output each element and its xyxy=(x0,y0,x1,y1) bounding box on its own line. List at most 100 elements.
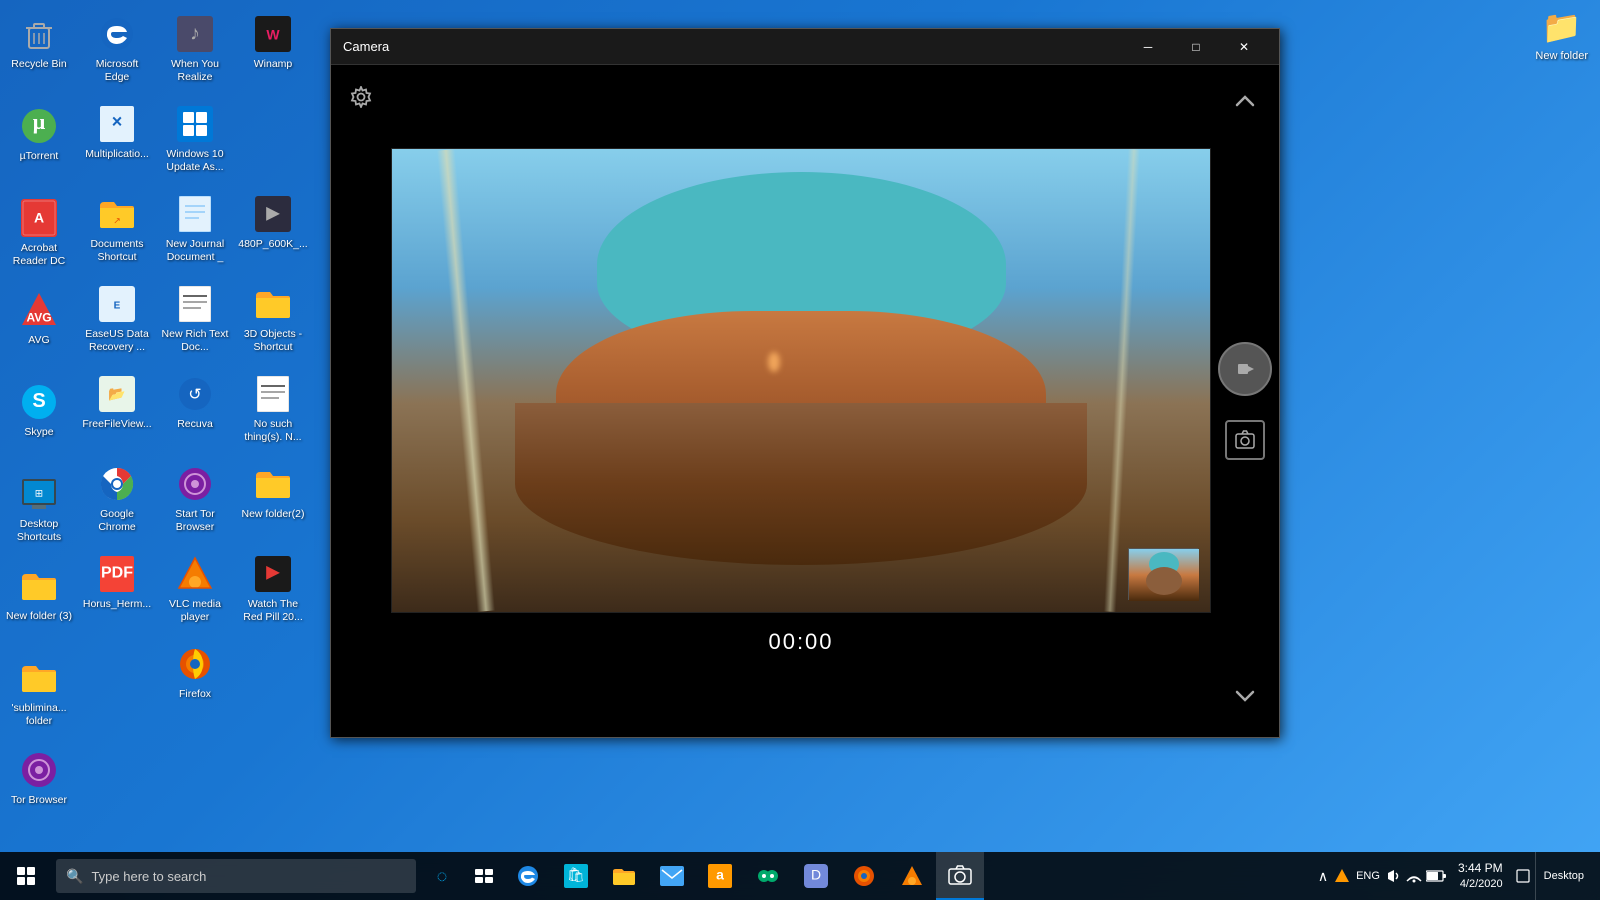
taskbar-app-firefox[interactable] xyxy=(840,852,888,900)
tor-browser-icon xyxy=(19,750,59,790)
icon-3d-objects[interactable]: 3D Objects - Shortcut xyxy=(234,278,312,366)
camera-feed xyxy=(391,148,1211,613)
sidebar-item-avg[interactable]: AVG AVG xyxy=(0,284,78,372)
recuva-label: Recuva xyxy=(177,418,213,431)
task-view-button[interactable] xyxy=(464,856,504,896)
icon-freefileview[interactable]: 📂 FreeFileView... xyxy=(78,368,156,456)
icon-easeus[interactable]: E EaseUS Data Recovery ... xyxy=(78,278,156,366)
show-desktop-button[interactable]: Desktop xyxy=(1535,852,1592,900)
vlc-media-player-icon xyxy=(175,554,215,594)
svg-text:↺: ↺ xyxy=(188,386,201,403)
new-folder-2-label: New folder(2) xyxy=(241,508,304,521)
sidebar-item-sublimina[interactable]: 'sublimina... folder xyxy=(0,652,78,740)
documents-shortcut-label: Documents Shortcut xyxy=(82,238,152,263)
taskbar: 🔍 Type here to search ◌ 🛍 xyxy=(0,852,1600,900)
taskbar-clock[interactable]: 3:44 PM 4/2/2020 xyxy=(1450,861,1511,891)
icon-480p-600k[interactable]: ▶ 480P_600K_... xyxy=(234,188,312,276)
icon-windows-10-update[interactable]: Windows 10 Update As... xyxy=(156,98,234,186)
icon-horus-herm[interactable]: PDF Horus_Herm... xyxy=(78,548,156,636)
svg-text:♪: ♪ xyxy=(190,22,200,44)
sidebar-item-tor-browser-left[interactable]: Tor Browser xyxy=(0,744,78,832)
icon-start-tor-browser[interactable]: Start Tor Browser xyxy=(156,458,234,546)
sublimina-icon xyxy=(19,658,59,698)
desktop-shortcuts-label: Desktop Shortcuts xyxy=(4,518,74,543)
google-chrome-label: Google Chrome xyxy=(82,508,152,533)
3d-objects-label: 3D Objects - Shortcut xyxy=(238,328,308,353)
firefox-label: Firefox xyxy=(179,688,211,701)
taskbar-apps: 🛍 a D xyxy=(504,852,1304,900)
maximize-button[interactable]: □ xyxy=(1173,31,1219,63)
taskbar-app-amazon[interactable]: a xyxy=(696,852,744,900)
sidebar-item-acrobat[interactable]: A Acrobat Reader DC xyxy=(0,192,78,280)
camera-thumbnail[interactable] xyxy=(1128,548,1198,600)
language-indicator[interactable]: ENG xyxy=(1354,868,1382,884)
svg-text:×: × xyxy=(112,112,123,132)
icon-new-journal-doc[interactable]: New Journal Document _ xyxy=(156,188,234,276)
notification-icon[interactable] xyxy=(1334,868,1350,884)
icon-vlc-media-player[interactable]: VLC media player xyxy=(156,548,234,636)
icon-edge[interactable]: Microsoft Edge xyxy=(78,8,156,96)
svg-text:A: A xyxy=(34,210,44,226)
sidebar-item-skype[interactable]: S Skype xyxy=(0,376,78,464)
volume-icon[interactable] xyxy=(1386,868,1402,884)
camera-scroll-down[interactable] xyxy=(1227,680,1263,717)
sidebar-item-recycle[interactable]: Recycle Bin xyxy=(0,8,78,96)
svg-text:E: E xyxy=(114,301,121,312)
taskbar-search[interactable]: 🔍 Type here to search xyxy=(56,859,416,893)
icon-multiplication[interactable]: × Multiplicatio... xyxy=(78,98,156,186)
sidebar-item-new-folder-3[interactable]: New folder (3) xyxy=(0,560,78,648)
480p-600k-icon: ▶ xyxy=(253,194,293,234)
sidebar-item-desktop-shortcuts[interactable]: ⊞ Desktop Shortcuts xyxy=(0,468,78,556)
taskbar-app-tripadvisor[interactable] xyxy=(744,852,792,900)
taskbar-app-camera[interactable] xyxy=(936,852,984,900)
icon-google-chrome[interactable]: Google Chrome xyxy=(78,458,156,546)
camera-scroll-up[interactable] xyxy=(1227,85,1263,122)
sidebar-item-utorrent[interactable]: μ µTorrent xyxy=(0,100,78,188)
skype-label: Skype xyxy=(24,426,53,439)
cortana-button[interactable]: ◌ xyxy=(422,856,462,896)
svg-text:📂: 📂 xyxy=(108,386,125,402)
taskbar-app-mail[interactable] xyxy=(648,852,696,900)
action-center-icon[interactable] xyxy=(1515,868,1531,884)
taskbar-app-store[interactable]: 🛍 xyxy=(552,852,600,900)
icon-new-folder-2[interactable]: New folder(2) xyxy=(234,458,312,546)
google-chrome-icon xyxy=(97,464,137,504)
svg-text:↗: ↗ xyxy=(113,216,121,226)
minimize-button[interactable]: ─ xyxy=(1125,31,1171,63)
icon-documents-shortcut[interactable]: ↗ Documents Shortcut xyxy=(78,188,156,276)
taskbar-app-discord[interactable]: D xyxy=(792,852,840,900)
icon-firefox[interactable]: Firefox xyxy=(156,638,234,726)
record-button[interactable] xyxy=(1218,342,1272,396)
photo-button[interactable] xyxy=(1225,420,1265,460)
folder-icon: 📁 xyxy=(1542,8,1582,46)
start-button[interactable] xyxy=(0,852,52,900)
svg-text:W: W xyxy=(266,26,280,42)
icon-watch-red-pill[interactable]: ▶ Watch The Red Pill 20... xyxy=(234,548,312,636)
winamp-label: Winamp xyxy=(254,58,293,71)
svg-text:D: D xyxy=(811,867,821,883)
taskbar-app-edge[interactable] xyxy=(504,852,552,900)
easeus-icon: E xyxy=(97,284,137,324)
new-folder-3-icon xyxy=(19,566,59,606)
windows-logo-icon xyxy=(17,867,35,885)
taskbar-app-vlc[interactable] xyxy=(888,852,936,900)
svg-text:S: S xyxy=(32,390,45,412)
network-icon[interactable] xyxy=(1406,868,1422,884)
taskbar-app-folder[interactable] xyxy=(600,852,648,900)
icon-when-you-realize[interactable]: ♪ When You Realize xyxy=(156,8,234,96)
horus-herm-label: Horus_Herm... xyxy=(83,598,151,611)
show-hidden-icons[interactable]: ∧ xyxy=(1316,866,1330,887)
top-right-folder[interactable]: 📁 New folder xyxy=(1531,4,1592,66)
camera-title: Camera xyxy=(343,39,1125,54)
icon-winamp[interactable]: W Winamp xyxy=(234,8,312,96)
battery-icon xyxy=(1426,869,1446,883)
camera-settings-button[interactable] xyxy=(341,77,381,117)
easeus-label: EaseUS Data Recovery ... xyxy=(82,328,152,353)
start-tor-browser-icon xyxy=(175,464,215,504)
sublimina-label: 'sublimina... folder xyxy=(4,702,74,727)
close-button[interactable]: ✕ xyxy=(1221,31,1267,63)
icon-new-rich-text[interactable]: New Rich Text Doc... xyxy=(156,278,234,366)
svg-text:⊞: ⊞ xyxy=(35,488,43,499)
icon-no-such-thing[interactable]: No such thing(s). N... xyxy=(234,368,312,456)
icon-recuva[interactable]: ↺ Recuva xyxy=(156,368,234,456)
